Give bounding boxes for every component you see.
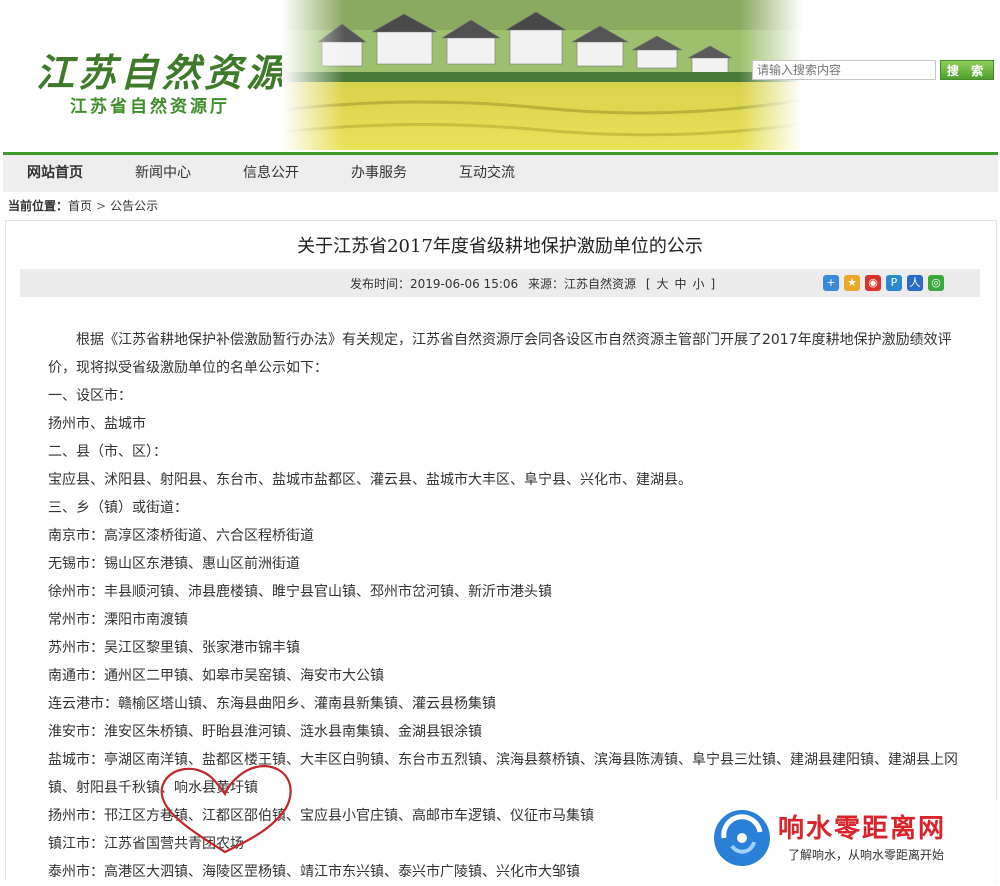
nav-item-interaction[interactable]: 互动交流: [459, 155, 515, 192]
watermark-title: 响水零距离网: [778, 814, 947, 844]
header-banner-image: [282, 0, 802, 150]
town-list-item: 苏州市：吴江区黎里镇、张家港市锦丰镇: [48, 640, 300, 656]
site-logo[interactable]: 江苏自然资源: [36, 42, 288, 97]
share-more-icon[interactable]: +: [823, 275, 839, 291]
main-nav: 网站首页 新闻中心 信息公开 办事服务 互动交流: [3, 152, 998, 192]
town-list-item: 南通市：通州区二甲镇、如皋市吴窑镇、海安市大公镇: [48, 668, 384, 684]
article-meta-bar: 发布时间：2019-06-06 15:06 来源：江苏自然资源 [ 大中小] + …: [20, 269, 980, 297]
search-input[interactable]: [752, 60, 936, 80]
site-header: 江苏自然资源 江苏省自然资源厅 请输入搜索内容 搜 索: [0, 0, 1000, 150]
section-heading: 二、县（市、区）：: [48, 444, 167, 460]
town-list-item: 连云港市：赣榆区塔山镇、东海县曲阳乡、灌南县新集镇、灌云县杨集镇: [48, 696, 496, 712]
article-source: 来源：江苏自然资源: [527, 277, 636, 291]
section-body: 宝应县、沭阳县、射阳县、东台市、盐城市盐都区、灌云县、盐城市大丰区、阜宁县、兴化…: [48, 472, 692, 488]
section-heading: 三、乡（镇）或街道：: [48, 500, 188, 516]
publish-time: 发布时间：2019-06-06 15:06: [350, 277, 519, 291]
site-logo-subtitle: 江苏省自然资源厅: [70, 97, 230, 117]
town-list-item: 无锡市：锡山区东港镇、惠山区前洲街道: [48, 556, 300, 572]
share-weibo-icon[interactable]: ◉: [865, 275, 881, 291]
nav-item-info[interactable]: 信息公开: [243, 155, 299, 192]
font-size-open: [: [645, 277, 651, 291]
town-list-item: 淮安市：淮安区朱桥镇、盱眙县淮河镇、涟水县南集镇、金湖县银涂镇: [48, 724, 482, 740]
share-tencent-weibo-icon[interactable]: P: [886, 275, 902, 291]
article-title: 关于江苏省2017年度省级耕地保护激励单位的公示: [297, 236, 703, 257]
font-size-medium[interactable]: 中: [675, 277, 687, 291]
font-size-small[interactable]: 小: [693, 277, 705, 291]
section-body: 扬州市、盐城市: [48, 416, 146, 432]
search-button[interactable]: 搜 索: [940, 60, 994, 80]
font-size-large[interactable]: 大: [657, 277, 669, 291]
nav-item-home[interactable]: 网站首页: [27, 155, 83, 192]
town-list-item: 常州市：溧阳市南渡镇: [48, 612, 188, 628]
article-intro: 根据《江苏省耕地保护补偿激励暂行办法》有关规定，江苏省自然资源厅会同各设区市自然…: [48, 332, 952, 376]
breadcrumb-separator: >: [96, 199, 107, 213]
article-meta: 发布时间：2019-06-06 15:06 来源：江苏自然资源 [ 大中小]: [350, 275, 721, 292]
watermark-logo-icon: [714, 810, 770, 866]
nav-item-services[interactable]: 办事服务: [351, 155, 407, 192]
breadcrumb-current[interactable]: 公告公示: [110, 199, 158, 213]
share-qzone-icon[interactable]: ★: [844, 275, 860, 291]
share-toolbar: + ★ ◉ P 人 ◎: [823, 275, 944, 291]
breadcrumb-home[interactable]: 首页: [68, 199, 92, 213]
section-heading: 一、设区市：: [48, 388, 132, 404]
town-list-item: 南京市：高淳区漆桥街道、六合区程桥街道: [48, 528, 314, 544]
town-list-item: 徐州市：丰县顺河镇、沛县鹿楼镇、睢宁县官山镇、邳州市岔河镇、新沂市港头镇: [48, 584, 552, 600]
watermark-subtitle: 了解响水，从响水零距离开始: [788, 848, 945, 862]
breadcrumb: 当前位置：首页 > 公告公示: [8, 196, 158, 216]
breadcrumb-prefix: 当前位置：: [8, 199, 69, 213]
nav-item-news[interactable]: 新闻中心: [135, 155, 191, 192]
site-watermark: 响水零距离网 了解响水，从响水零距离开始: [700, 800, 1000, 879]
town-list-item: 盐城市：亭湖区南洋镇、盐都区楼王镇、大丰区白驹镇、东台市五烈镇、滨海县蔡桥镇、滨…: [48, 752, 958, 796]
share-renren-icon[interactable]: 人: [907, 275, 923, 291]
font-size-close: ]: [710, 277, 716, 291]
share-wechat-icon[interactable]: ◎: [928, 275, 944, 291]
